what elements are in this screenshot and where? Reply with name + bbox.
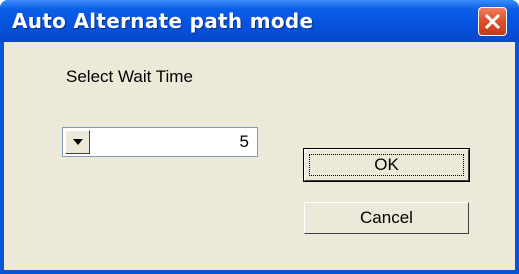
cancel-button-label: Cancel [360,208,413,227]
cancel-button[interactable]: Cancel [304,202,469,234]
dropdown-arrow-button[interactable] [65,130,90,154]
select-wait-time-label: Select Wait Time [66,67,193,86]
ok-button[interactable]: OK [303,148,470,182]
chevron-down-icon [72,139,83,145]
focus-rectangle [309,154,464,176]
wait-time-combobox[interactable]: 5 [62,127,258,157]
close-button[interactable] [478,7,507,36]
close-icon [484,13,501,30]
window-title: Auto Alternate path mode [12,9,314,33]
title-bar[interactable]: Auto Alternate path mode [0,0,519,42]
dialog-window: Auto Alternate path mode Select Wait Tim… [0,0,519,274]
wait-time-value: 5 [239,132,249,151]
